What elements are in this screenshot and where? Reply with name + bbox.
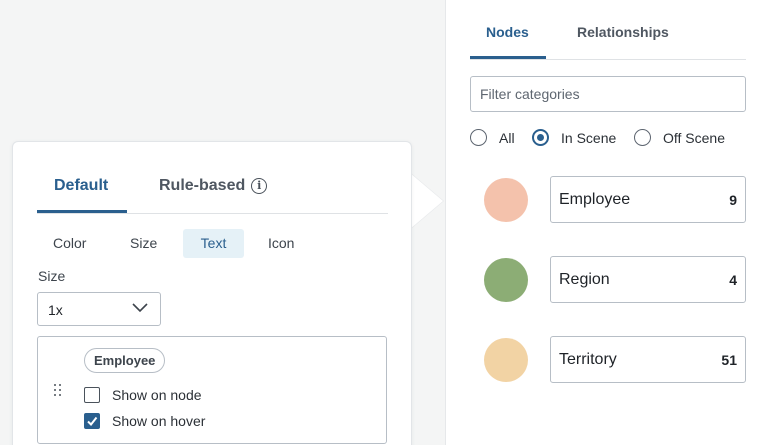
checkbox-checked-icon bbox=[84, 413, 100, 429]
category-button-employee[interactable]: Employee 9 bbox=[550, 176, 746, 223]
chevron-down-icon bbox=[132, 303, 148, 313]
checkbox-unchecked-icon bbox=[84, 387, 100, 403]
category-color-swatch[interactable] bbox=[484, 178, 528, 222]
popover-tabs: Default Rule-based i bbox=[37, 142, 388, 214]
tab-color[interactable]: Color bbox=[43, 229, 96, 258]
category-color-swatch[interactable] bbox=[484, 338, 528, 382]
tab-icon[interactable]: Icon bbox=[258, 229, 304, 258]
category-count: 4 bbox=[729, 272, 737, 288]
panel-tabs: Nodes Relationships bbox=[470, 0, 746, 60]
text-property-box: Employee Show on node Show on hover bbox=[37, 336, 387, 444]
radio-off-scene[interactable]: Off Scene bbox=[634, 129, 725, 146]
category-panel: Nodes Relationships All In Scene Off Sce… bbox=[445, 0, 765, 445]
radio-unchecked-icon bbox=[634, 129, 651, 146]
radio-all[interactable]: All bbox=[470, 129, 515, 146]
tab-label: Rule-based bbox=[159, 177, 246, 194]
category-row-territory: Territory 51 bbox=[484, 336, 746, 384]
popover-arrow bbox=[410, 173, 443, 229]
tab-text[interactable]: Text bbox=[183, 229, 244, 258]
size-value: 1x bbox=[48, 302, 63, 318]
tab-default[interactable]: Default bbox=[54, 177, 108, 195]
active-tab-indicator bbox=[37, 210, 127, 213]
size-dropdown[interactable]: 1x bbox=[37, 292, 161, 326]
category-row-region: Region 4 bbox=[484, 256, 746, 304]
radio-unchecked-icon bbox=[470, 129, 487, 146]
size-label: Size bbox=[38, 268, 66, 284]
info-icon[interactable]: i bbox=[251, 178, 268, 194]
checkbox-label: Show on hover bbox=[112, 413, 206, 429]
category-count: 51 bbox=[721, 352, 737, 368]
show-on-hover-checkbox[interactable]: Show on hover bbox=[84, 413, 205, 429]
checkbox-label: Show on node bbox=[112, 387, 202, 403]
category-count: 9 bbox=[729, 192, 737, 208]
radio-label: In Scene bbox=[561, 129, 617, 146]
category-name: Employee bbox=[559, 191, 631, 208]
radio-checked-icon bbox=[532, 129, 549, 146]
tab-nodes[interactable]: Nodes bbox=[486, 24, 529, 40]
category-name: Region bbox=[559, 271, 610, 288]
filter-categories-input[interactable] bbox=[470, 76, 746, 112]
category-button-territory[interactable]: Territory 51 bbox=[550, 336, 746, 383]
tab-label: Default bbox=[54, 177, 109, 194]
category-row-employee: Employee 9 bbox=[484, 176, 746, 224]
drag-handle-icon[interactable] bbox=[54, 384, 62, 396]
active-tab-indicator bbox=[470, 56, 546, 59]
tab-rule-based[interactable]: Rule-based i bbox=[159, 177, 268, 195]
show-on-node-checkbox[interactable]: Show on node bbox=[84, 387, 202, 403]
style-popover: Default Rule-based i Color Size Text Ico… bbox=[12, 141, 412, 445]
radio-label: Off Scene bbox=[663, 129, 726, 146]
property-chip: Employee bbox=[84, 348, 166, 373]
category-color-swatch[interactable] bbox=[484, 258, 528, 302]
radio-label: All bbox=[499, 129, 515, 146]
tab-relationships[interactable]: Relationships bbox=[577, 24, 669, 40]
tab-size[interactable]: Size bbox=[120, 229, 167, 258]
radio-in-scene[interactable]: In Scene bbox=[532, 129, 616, 146]
category-name: Territory bbox=[559, 351, 617, 368]
category-button-region[interactable]: Region 4 bbox=[550, 256, 746, 303]
